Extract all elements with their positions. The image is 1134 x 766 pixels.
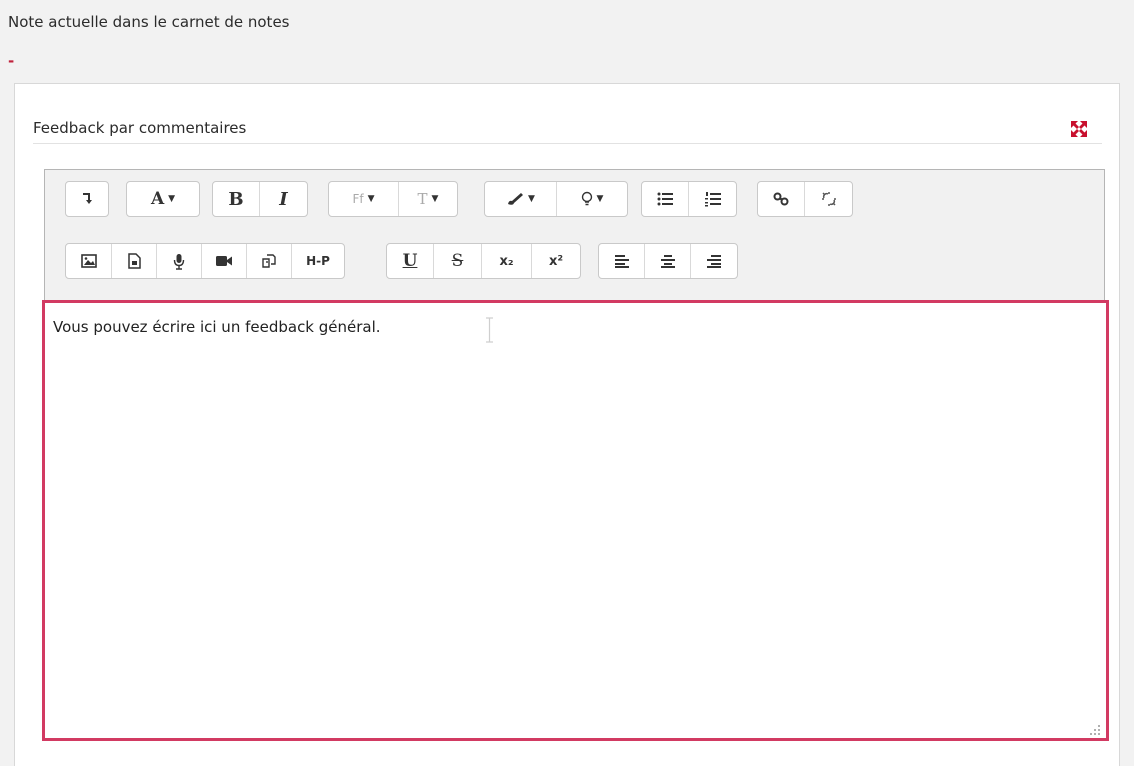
text-style-group: B I bbox=[212, 181, 308, 217]
format-group: U S x₂ x² bbox=[386, 243, 581, 279]
grade-label: Note actuelle dans le carnet de notes bbox=[8, 13, 290, 31]
toggle-arrow-icon bbox=[81, 192, 93, 206]
align-right-button[interactable] bbox=[691, 244, 737, 278]
link-icon bbox=[773, 192, 789, 206]
copy-files-icon bbox=[261, 253, 277, 269]
video-camera-icon bbox=[215, 255, 233, 267]
expand-arrows-icon[interactable] bbox=[1070, 120, 1088, 138]
link-button[interactable] bbox=[758, 182, 805, 216]
align-center-button[interactable] bbox=[645, 244, 691, 278]
insert-media-group: H-P bbox=[65, 243, 345, 279]
underline-button[interactable]: U bbox=[387, 244, 434, 278]
image-button[interactable] bbox=[66, 244, 112, 278]
media-button[interactable] bbox=[112, 244, 157, 278]
unordered-list-button[interactable] bbox=[642, 182, 689, 216]
list-group bbox=[641, 181, 737, 217]
record-video-button[interactable] bbox=[202, 244, 247, 278]
numbered-list-icon bbox=[704, 191, 721, 207]
feedback-title: Feedback par commentaires bbox=[33, 119, 247, 137]
font-group: Ff ▼ T ▼ bbox=[328, 181, 458, 217]
h5p-button[interactable]: H-P bbox=[292, 244, 344, 278]
align-left-icon bbox=[614, 254, 630, 268]
bulb-icon bbox=[581, 191, 593, 207]
chevron-down-icon: ▼ bbox=[168, 194, 176, 204]
font-style-group: A ▼ bbox=[126, 181, 200, 217]
font-style-button[interactable]: A ▼ bbox=[127, 182, 199, 216]
file-media-icon bbox=[127, 253, 141, 269]
record-audio-button[interactable] bbox=[157, 244, 202, 278]
microphone-icon bbox=[173, 253, 185, 270]
feedback-divider bbox=[33, 143, 1102, 144]
unlink-button[interactable] bbox=[805, 182, 852, 216]
superscript-button[interactable]: x² bbox=[532, 244, 580, 278]
image-icon bbox=[80, 254, 97, 268]
align-group bbox=[598, 243, 738, 279]
grade-value: - bbox=[8, 52, 15, 70]
link-group bbox=[757, 181, 853, 217]
chevron-down-icon: ▼ bbox=[431, 194, 439, 204]
unlink-icon bbox=[821, 191, 837, 207]
editor-content[interactable]: Vous pouvez écrire ici un feedback génér… bbox=[53, 318, 381, 336]
toolbar-toggle-button[interactable] bbox=[66, 182, 108, 216]
bold-button[interactable]: B bbox=[213, 182, 260, 216]
subscript-button[interactable]: x₂ bbox=[482, 244, 532, 278]
editor-toolbar: A ▼ B I Ff ▼ T ▼ ▼ ▼ H-P U S x₂ x² bbox=[44, 169, 1105, 303]
strikethrough-button[interactable]: S bbox=[434, 244, 482, 278]
font-size-button[interactable]: T ▼ bbox=[399, 182, 457, 216]
resize-handle-icon[interactable] bbox=[1089, 721, 1101, 735]
manage-files-button[interactable] bbox=[247, 244, 292, 278]
align-left-button[interactable] bbox=[599, 244, 645, 278]
feedback-editor[interactable]: Vous pouvez écrire ici un feedback génér… bbox=[42, 300, 1109, 741]
background-color-button[interactable]: ▼ bbox=[557, 182, 627, 216]
brush-icon bbox=[506, 192, 524, 206]
toolbar-toggle-group bbox=[65, 181, 109, 217]
bullet-list-icon bbox=[657, 192, 673, 206]
text-cursor-icon bbox=[485, 317, 494, 343]
color-group: ▼ ▼ bbox=[484, 181, 628, 217]
align-right-icon bbox=[706, 254, 722, 268]
text-color-button[interactable]: ▼ bbox=[485, 182, 557, 216]
chevron-down-icon: ▼ bbox=[596, 194, 604, 204]
ordered-list-button[interactable] bbox=[689, 182, 736, 216]
chevron-down-icon: ▼ bbox=[528, 194, 535, 204]
font-family-button[interactable]: Ff ▼ bbox=[329, 182, 399, 216]
italic-button[interactable]: I bbox=[260, 182, 307, 216]
chevron-down-icon: ▼ bbox=[367, 194, 375, 204]
align-center-icon bbox=[660, 254, 676, 268]
